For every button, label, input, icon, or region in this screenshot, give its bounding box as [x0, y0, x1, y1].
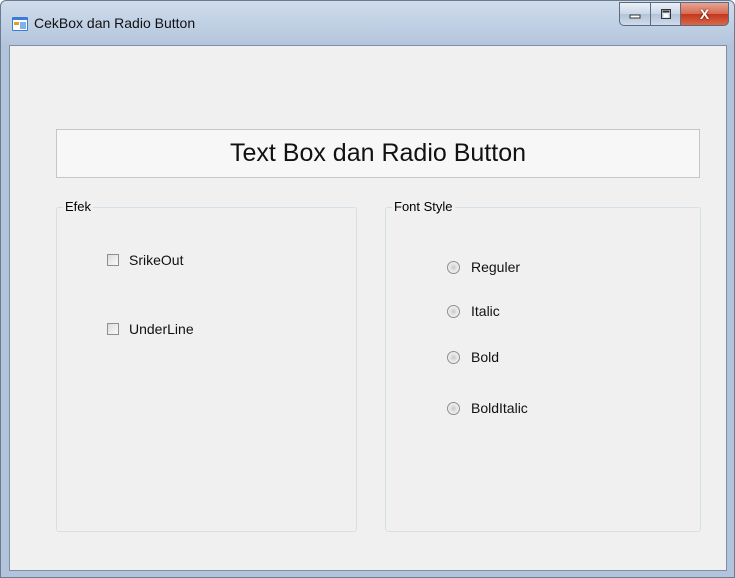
underline-checkbox[interactable]: [107, 323, 119, 335]
header-text: Text Box dan Radio Button: [229, 139, 527, 167]
effects-group-label: Efek: [63, 199, 94, 214]
window-title: CekBox dan Radio Button: [34, 15, 196, 31]
underline-label: UnderLine: [129, 321, 194, 337]
strikeout-checkbox[interactable]: [107, 254, 119, 266]
minimize-icon: [629, 14, 641, 19]
windows-form-icon: [12, 17, 28, 31]
bolditalic-label: BoldItalic: [471, 400, 528, 416]
maximize-button[interactable]: [650, 2, 681, 26]
close-button[interactable]: X: [681, 2, 729, 26]
bold-radio-row[interactable]: Bold: [447, 349, 499, 365]
font-style-groupbox: Font Style Reguler Italic Bold BoldItali…: [385, 199, 701, 532]
minimize-button[interactable]: [619, 2, 650, 26]
maximize-icon: [660, 9, 671, 19]
reguler-label: Reguler: [471, 259, 521, 275]
strikeout-label: SrikeOut: [129, 252, 184, 268]
italic-label: Italic: [471, 303, 500, 319]
app-window: CekBox dan Radio Button X Text Box dan R…: [0, 0, 735, 578]
underline-checkbox-row[interactable]: UnderLine: [107, 321, 194, 337]
caption-buttons: X: [619, 2, 729, 26]
font-style-group-label: Font Style: [392, 199, 455, 214]
bold-radio[interactable]: [447, 350, 460, 364]
bolditalic-radio-row[interactable]: BoldItalic: [447, 400, 528, 416]
effects-groupbox: Efek SrikeOut UnderLine: [56, 199, 357, 532]
close-icon: X: [699, 6, 710, 22]
header-textbox[interactable]: Text Box dan Radio Button: [56, 129, 700, 178]
strikeout-checkbox-row[interactable]: SrikeOut: [107, 252, 183, 268]
reguler-radio[interactable]: [447, 260, 460, 274]
bold-label: Bold: [471, 349, 500, 365]
form-client-area: Text Box dan Radio Button Efek SrikeOut …: [9, 45, 727, 571]
bolditalic-radio[interactable]: [447, 401, 460, 415]
italic-radio-row[interactable]: Italic: [447, 303, 500, 319]
title-bar[interactable]: CekBox dan Radio Button X: [1, 1, 734, 45]
reguler-radio-row[interactable]: Reguler: [447, 259, 520, 275]
italic-radio[interactable]: [447, 304, 460, 318]
